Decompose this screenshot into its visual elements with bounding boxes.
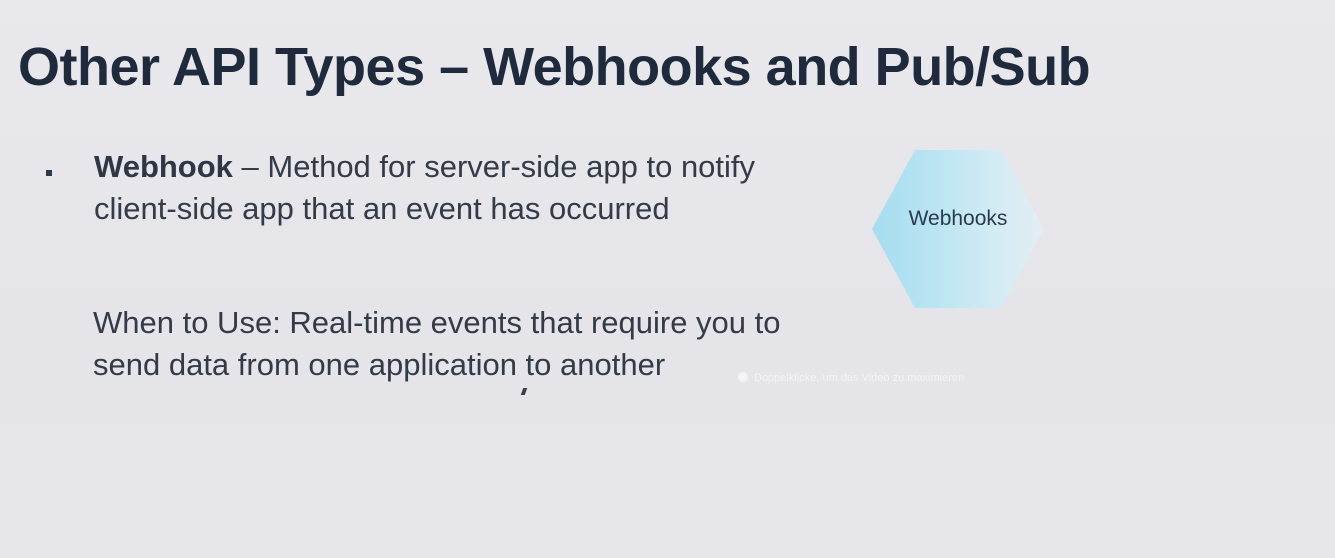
hexagon-shape: Webhooks xyxy=(872,150,1044,308)
mouse-cursor-icon xyxy=(520,388,528,395)
bullet-webhook-text: Webhook – Method for server-side app to … xyxy=(94,146,794,230)
when-to-use-text: When to Use: Real-time events that requi… xyxy=(93,305,781,382)
info-icon xyxy=(738,372,748,382)
webhooks-hexagon: Webhooks xyxy=(872,150,1044,308)
slide: Other API Types – Webhooks and Pub/Sub W… xyxy=(0,0,1335,558)
video-maximize-hint[interactable]: Doppelklicke, um das Video zu maximieren xyxy=(738,372,964,384)
hexagon-label: Webhooks xyxy=(908,207,1008,230)
slide-title: Other API Types – Webhooks and Pub/Sub xyxy=(18,37,1091,97)
video-maximize-hint-text: Doppelklicke, um das Video zu maximieren xyxy=(754,372,965,384)
bullet-term: Webhook xyxy=(94,149,233,184)
bullet-icon xyxy=(46,170,52,176)
